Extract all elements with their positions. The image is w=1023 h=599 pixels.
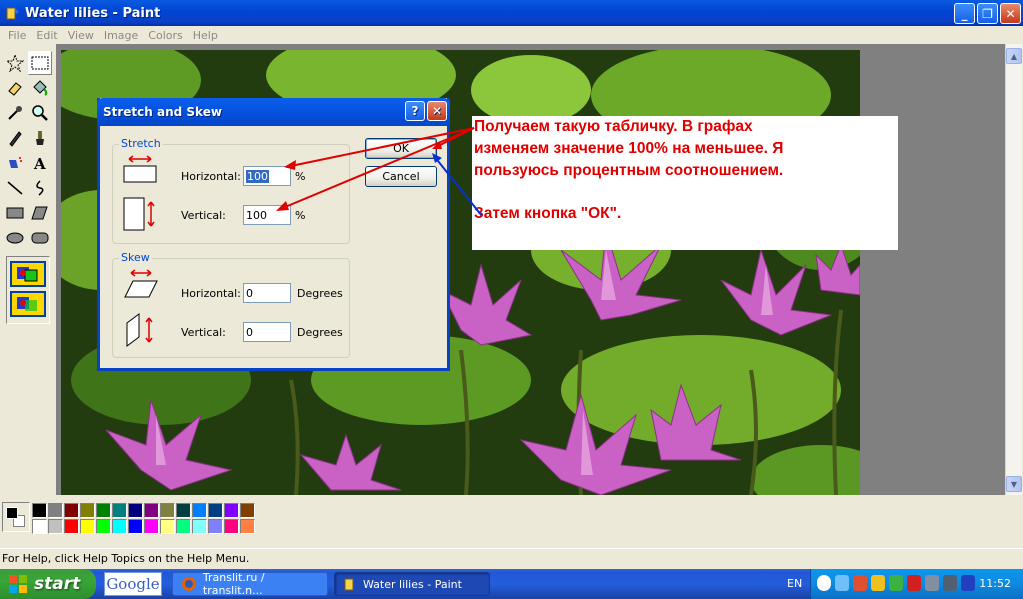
color-swatch[interactable] <box>160 503 175 518</box>
color-swatch[interactable] <box>240 519 255 534</box>
arrow-to-horizontal-field <box>285 127 475 168</box>
paint-task-icon <box>344 578 354 591</box>
tray-shield-icon[interactable] <box>871 575 885 591</box>
task-paint-label: Water lilies - Paint <box>363 577 462 591</box>
task-paint[interactable]: Water lilies - Paint <box>334 572 490 596</box>
color-palette <box>0 498 1023 544</box>
tray-antivirus-icon[interactable] <box>907 575 921 591</box>
current-colors[interactable] <box>2 502 30 532</box>
color-swatch[interactable] <box>48 519 63 534</box>
system-tray: EN 11:52 <box>787 569 1023 599</box>
firefox-icon <box>181 577 196 591</box>
color-swatch[interactable] <box>96 519 111 534</box>
foreground-color <box>6 507 18 519</box>
color-swatch[interactable] <box>144 503 159 518</box>
color-swatch[interactable] <box>48 503 63 518</box>
start-label: start <box>34 574 81 594</box>
windows-flag-icon <box>9 575 27 593</box>
color-swatch[interactable] <box>80 503 95 518</box>
start-button[interactable]: start <box>0 569 96 599</box>
tray-search-icon[interactable] <box>835 575 849 591</box>
color-swatch[interactable] <box>32 503 47 518</box>
color-swatch[interactable] <box>80 519 95 534</box>
palette-swatches <box>32 503 256 535</box>
color-swatch[interactable] <box>176 519 191 534</box>
taskbar: start Google Translit.ru / translit.n...… <box>0 569 1023 599</box>
color-swatch[interactable] <box>64 519 79 534</box>
task-translit-label: Translit.ru / translit.n... <box>202 571 265 597</box>
tray-display-icon[interactable] <box>925 575 939 591</box>
color-swatch[interactable] <box>144 519 159 534</box>
color-swatch[interactable] <box>64 503 79 518</box>
status-bar: For Help, click Help Topics on the Help … <box>0 548 1023 568</box>
tray-connection-icon[interactable] <box>943 575 957 591</box>
color-swatch[interactable] <box>160 519 175 534</box>
status-text: For Help, click Help Topics on the Help … <box>2 552 250 565</box>
color-swatch[interactable] <box>128 519 143 534</box>
color-swatch[interactable] <box>176 503 191 518</box>
color-swatch[interactable] <box>224 519 239 534</box>
google-toolbar[interactable]: Google <box>104 572 162 596</box>
task-translit[interactable]: Translit.ru / translit.n... <box>172 571 328 597</box>
color-swatch[interactable] <box>192 503 207 518</box>
color-swatch[interactable] <box>224 503 239 518</box>
tray-network-icon[interactable] <box>889 575 903 591</box>
tray-expand-icon[interactable] <box>817 575 831 591</box>
color-swatch[interactable] <box>192 519 207 534</box>
color-swatch[interactable] <box>128 503 143 518</box>
color-swatch[interactable] <box>96 503 111 518</box>
tray-app-icon[interactable] <box>853 575 867 591</box>
color-swatch[interactable] <box>112 503 127 518</box>
language-indicator[interactable]: EN <box>787 577 802 590</box>
color-swatch[interactable] <box>32 519 47 534</box>
color-swatch[interactable] <box>240 503 255 518</box>
tray-battery-icon[interactable] <box>961 575 975 591</box>
color-swatch[interactable] <box>208 503 223 518</box>
color-swatch[interactable] <box>208 519 223 534</box>
color-swatch[interactable] <box>112 519 127 534</box>
clock[interactable]: 11:52 <box>979 577 1011 590</box>
arrow-from-ok-note <box>433 155 483 217</box>
